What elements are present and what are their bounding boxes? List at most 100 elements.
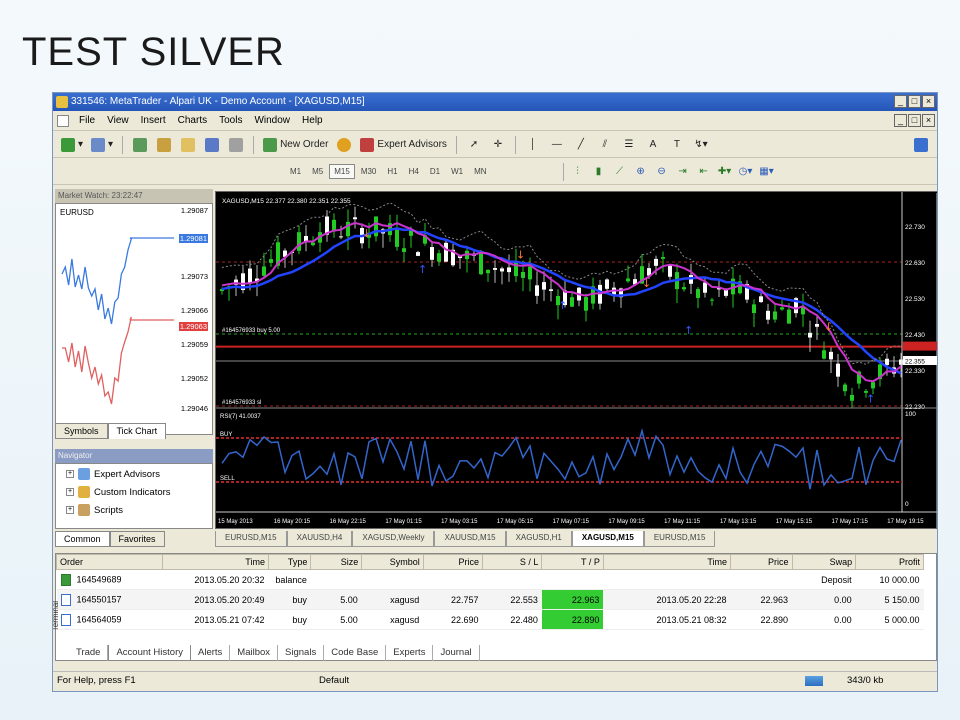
column-header[interactable]: Swap (791, 554, 857, 570)
status-traffic: 343/0 kb (847, 675, 884, 686)
tf-m30[interactable]: M30 (356, 164, 382, 179)
autoscroll-button[interactable]: ⇥ (673, 162, 693, 182)
menu-charts[interactable]: Charts (172, 115, 213, 126)
tab-account-history[interactable]: Account History (108, 645, 191, 661)
indicators-button[interactable]: ✚▾ (715, 162, 735, 182)
tab-trade[interactable]: Trade (69, 645, 109, 661)
tf-m1[interactable]: M1 (285, 164, 306, 179)
arrows-tool[interactable]: ↯▾ (691, 135, 711, 155)
tf-d1[interactable]: D1 (425, 164, 445, 179)
tick-price-3: 1.29073 (180, 272, 208, 281)
menu-view[interactable]: View (101, 115, 135, 126)
window-titlebar[interactable]: 331546: MetaTrader - Alpari UK - Demo Ac… (53, 93, 937, 111)
menu-insert[interactable]: Insert (135, 115, 172, 126)
candle-body (605, 279, 609, 289)
tab-experts[interactable]: Experts (386, 645, 434, 661)
chart-tab[interactable]: EURUSD,M15 (643, 531, 716, 547)
zoom-out-button[interactable]: ⊖ (652, 162, 672, 182)
fibonacci-tool[interactable]: ☰ (619, 135, 639, 155)
expert-advisors-button[interactable]: Expert Advisors (358, 135, 448, 155)
new-order-button[interactable]: New Order (261, 135, 330, 155)
channel-tool[interactable]: ⫽ (595, 135, 615, 155)
templates-button[interactable]: ▦▾ (757, 162, 777, 182)
column-header[interactable]: Symbol (361, 554, 424, 570)
terminal-button[interactable] (202, 135, 222, 155)
chart-tab[interactable]: XAUUSD,M15 (434, 531, 506, 547)
tab-mailbox[interactable]: Mailbox (230, 645, 279, 661)
strategy-tester-button[interactable] (226, 135, 246, 155)
size-cell (310, 569, 362, 590)
nav-item-expert-advisors[interactable]: + Expert Advisors (66, 468, 160, 480)
column-header[interactable]: S / L (482, 554, 543, 570)
cursor-tool[interactable]: ➚ (464, 135, 484, 155)
tab-favorites[interactable]: Favorites (109, 531, 165, 547)
column-header[interactable]: Size (310, 554, 363, 570)
column-header[interactable]: T / P (541, 554, 604, 570)
new-chart-button[interactable]: ▾ (59, 135, 85, 155)
crosshair-tool[interactable]: ✛ (488, 135, 508, 155)
tf-h4[interactable]: H4 (404, 164, 424, 179)
column-header[interactable]: Price (422, 554, 484, 570)
line-chart-button[interactable]: ⟋ (610, 162, 630, 182)
tf-m5[interactable]: M5 (307, 164, 328, 179)
tf-mn[interactable]: MN (469, 164, 491, 179)
expand-icon[interactable]: + (66, 488, 74, 496)
column-header[interactable]: Time (161, 554, 269, 570)
tf-w1[interactable]: W1 (446, 164, 468, 179)
text-label-tool[interactable]: T (667, 135, 687, 155)
horizontal-line-tool[interactable]: — (547, 135, 567, 155)
nav-item-scripts[interactable]: + Scripts (66, 504, 123, 516)
column-header[interactable]: Price (730, 554, 793, 570)
profiles-button[interactable]: ▾ (89, 135, 115, 155)
table-row[interactable]: 164564059 2013.05.21 07:42 buy 5.00 xagusd 22… (56, 609, 924, 630)
tf-h1[interactable]: H1 (382, 164, 402, 179)
table-row[interactable]: 164549689 2013.05.20 20:32 balance Deposit 1… (56, 569, 924, 590)
close-button[interactable]: × (922, 95, 935, 108)
market-watch-button[interactable] (130, 135, 150, 155)
candlestick-button[interactable]: ▮ (589, 162, 609, 182)
minimize-button[interactable]: _ (894, 95, 907, 108)
menu-help[interactable]: Help (296, 115, 329, 126)
chart-tab[interactable]: EURUSD,M15 (215, 531, 287, 547)
tab-tick-chart[interactable]: Tick Chart (107, 423, 167, 439)
tf-m15[interactable]: M15 (329, 164, 355, 179)
navigator-button[interactable] (178, 135, 198, 155)
column-header[interactable]: Time (602, 554, 732, 570)
tab-common[interactable]: Common (55, 531, 110, 547)
chart-shift-button[interactable]: ⇤ (694, 162, 714, 182)
metaeditor-button[interactable] (334, 135, 354, 155)
help-button[interactable] (911, 135, 931, 155)
column-header[interactable]: Type (267, 554, 312, 570)
column-header[interactable]: Order (56, 554, 163, 570)
vertical-line-tool[interactable]: │ (523, 135, 543, 155)
bar-chart-button[interactable]: ⫶ (568, 162, 588, 182)
tab-alerts[interactable]: Alerts (191, 645, 231, 661)
chart-tab[interactable]: XAUUSD,H4 (286, 531, 353, 547)
inner-close-button[interactable]: × (922, 114, 935, 127)
tab-journal[interactable]: Journal (433, 645, 480, 661)
tab-code-base[interactable]: Code Base (324, 645, 387, 661)
inner-minimize-button[interactable]: _ (894, 114, 907, 127)
periods-button[interactable]: ◷▾ (736, 162, 756, 182)
navigator-icon (181, 137, 196, 152)
data-window-button[interactable] (154, 135, 174, 155)
chart-tab[interactable]: XAGUSD,Weekly (352, 531, 435, 547)
column-header[interactable]: Profit (855, 554, 924, 570)
inner-restore-button[interactable]: □ (908, 114, 921, 127)
chart-tab-active[interactable]: XAGUSD,M15 (571, 531, 644, 547)
nav-item-custom-indicators[interactable]: + Custom Indicators (66, 486, 171, 498)
tab-symbols[interactable]: Symbols (55, 423, 108, 439)
menu-window[interactable]: Window (248, 115, 296, 126)
menu-tools[interactable]: Tools (213, 115, 248, 126)
price-chart[interactable]: ↓ ↓ ↓ ↓ ↑ ↑ ↑ ↑ XAGUSD,M15 22.377 22.380 22.351 … (215, 191, 937, 529)
expand-icon[interactable]: + (66, 506, 74, 514)
trendline-tool[interactable]: ╱ (571, 135, 591, 155)
maximize-button[interactable]: □ (908, 95, 921, 108)
zoom-in-button[interactable]: ⊕ (631, 162, 651, 182)
menu-file[interactable]: File (73, 115, 101, 126)
tab-signals[interactable]: Signals (278, 645, 325, 661)
table-row[interactable]: 164550157 2013.05.20 20:49 buy 5.00 xagusd 22… (56, 589, 924, 610)
chart-tab[interactable]: XAGUSD,H1 (505, 531, 572, 547)
text-tool[interactable]: A (643, 135, 663, 155)
expand-icon[interactable]: + (66, 470, 74, 478)
